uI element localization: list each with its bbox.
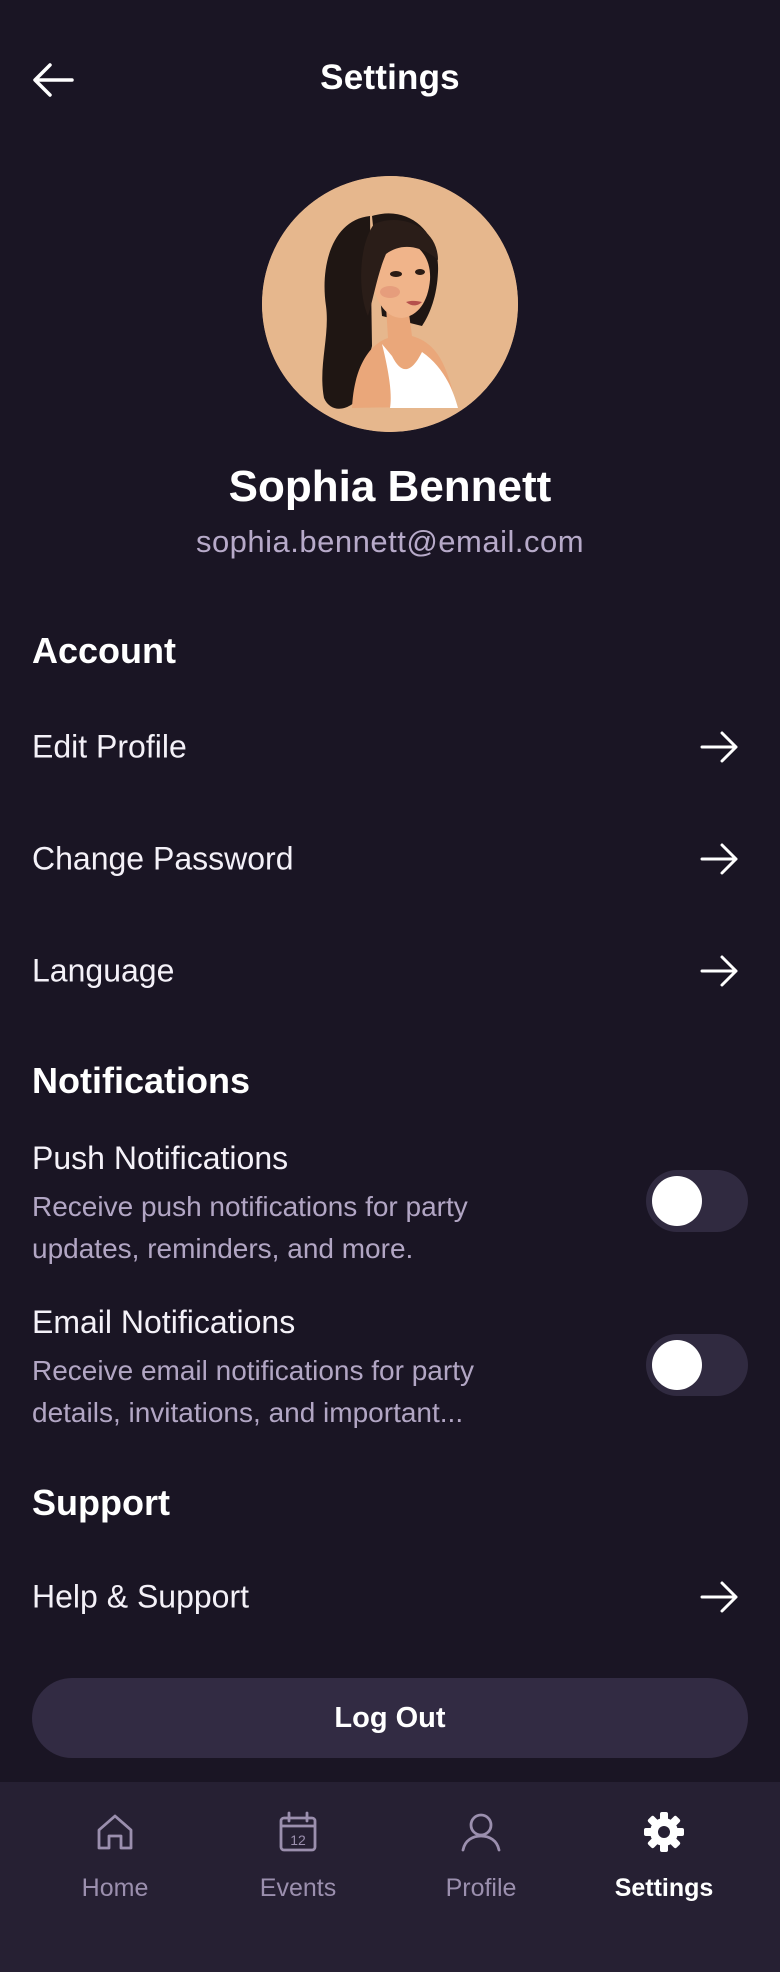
nav-item-settings[interactable]: Settings <box>584 1810 744 1930</box>
toggle-title: Email Notifications <box>32 1304 296 1340</box>
row-label: Help & Support <box>32 1578 250 1615</box>
section-title-notifications: Notifications <box>32 1060 251 1101</box>
language-row[interactable]: Language <box>0 921 780 1021</box>
arrow-right-icon <box>700 843 738 875</box>
nav-label: Home <box>81 1874 149 1902</box>
nav-label: Profile <box>445 1874 517 1902</box>
avatar[interactable] <box>262 176 518 432</box>
toggle-title: Push Notifications <box>32 1140 289 1176</box>
arrow-right-icon <box>700 955 738 987</box>
nav-label: Settings <box>614 1874 714 1902</box>
profile-name: Sophia Bennett <box>228 462 552 511</box>
section-title-support: Support <box>32 1482 170 1523</box>
toggle-description: Receive email notifications for party de… <box>32 1355 474 1428</box>
push-notifications-toggle[interactable] <box>646 1170 748 1232</box>
email-notifications-row: Email Notifications Receive email notifi… <box>0 1304 780 1444</box>
toggle-description: Receive push notifications for party upd… <box>32 1191 468 1264</box>
nav-item-profile[interactable]: Profile <box>401 1810 561 1930</box>
logout-button[interactable]: Log Out <box>32 1678 748 1758</box>
calendar-day: 12 <box>290 1832 306 1848</box>
toggle-knob <box>652 1340 702 1390</box>
home-icon <box>97 1814 133 1850</box>
header: Settings <box>0 40 780 120</box>
user-icon <box>461 1813 501 1852</box>
arrow-right-icon <box>700 1581 738 1613</box>
edit-profile-row[interactable]: Edit Profile <box>0 697 780 797</box>
settings-screen: Settings Sophia Bennett sophia.bennett@e… <box>0 0 780 1972</box>
calendar-icon: 12 <box>279 1811 317 1852</box>
row-label: Language <box>32 952 175 989</box>
email-notifications-toggle[interactable] <box>646 1334 748 1396</box>
nav-item-home[interactable]: Home <box>35 1810 195 1930</box>
help-support-row[interactable]: Help & Support <box>0 1547 780 1647</box>
nav-item-events[interactable]: 12 Events <box>218 1810 378 1930</box>
profile-email: sophia.bennett@email.com <box>195 524 585 559</box>
avatar-illustration <box>262 176 518 432</box>
arrow-right-icon <box>700 731 738 763</box>
gear-icon <box>644 1812 684 1852</box>
nav-label: Events <box>259 1874 337 1902</box>
section-title-account: Account <box>32 630 176 671</box>
row-label: Edit Profile <box>32 728 187 765</box>
page-title: Settings <box>320 58 460 97</box>
row-label: Change Password <box>32 840 294 877</box>
toggle-knob <box>652 1176 702 1226</box>
change-password-row[interactable]: Change Password <box>0 809 780 909</box>
bottom-nav: Home 12 Events Profile Settings <box>0 1782 780 1972</box>
push-notifications-row: Push Notifications Receive push notifica… <box>0 1140 780 1280</box>
